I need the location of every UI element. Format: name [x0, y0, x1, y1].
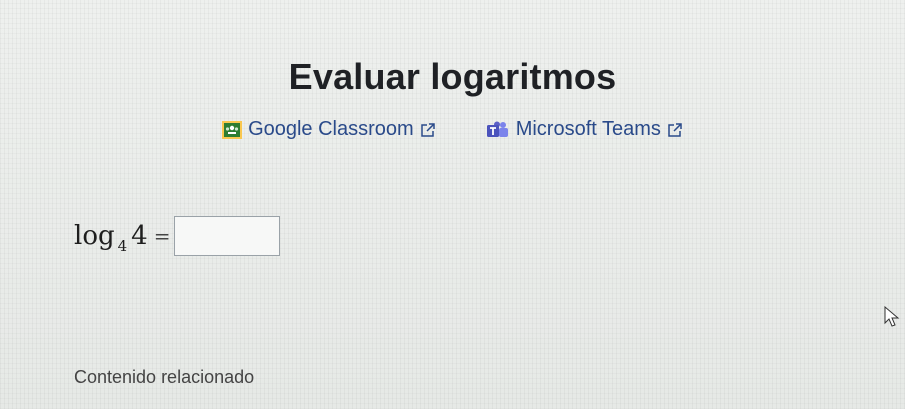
log-base: 4 [117, 237, 128, 255]
log-argument: 4 [131, 221, 148, 251]
external-link-icon [420, 122, 436, 138]
log-function: log [74, 221, 115, 251]
external-link-icon [667, 122, 683, 138]
equals-sign: = [153, 224, 171, 248]
microsoft-teams-label: Microsoft Teams [515, 118, 661, 140]
answer-input[interactable] [174, 216, 281, 256]
google-classroom-icon [222, 120, 243, 139]
microsoft-teams-icon [486, 121, 510, 139]
google-classroom-label: Google Classroom [248, 118, 414, 140]
microsoft-teams-link[interactable]: Microsoft Teams [486, 118, 683, 141]
google-classroom-link[interactable]: Google Classroom [222, 118, 436, 141]
page-title: Evaluar logaritmos [288, 56, 617, 97]
related-content-heading: Contenido relacionado [74, 367, 255, 387]
log-problem: log 4 4 = [74, 216, 281, 256]
mouse-cursor-icon [884, 305, 900, 333]
share-links: Google Classroom Microsoft Teams [0, 118, 905, 141]
